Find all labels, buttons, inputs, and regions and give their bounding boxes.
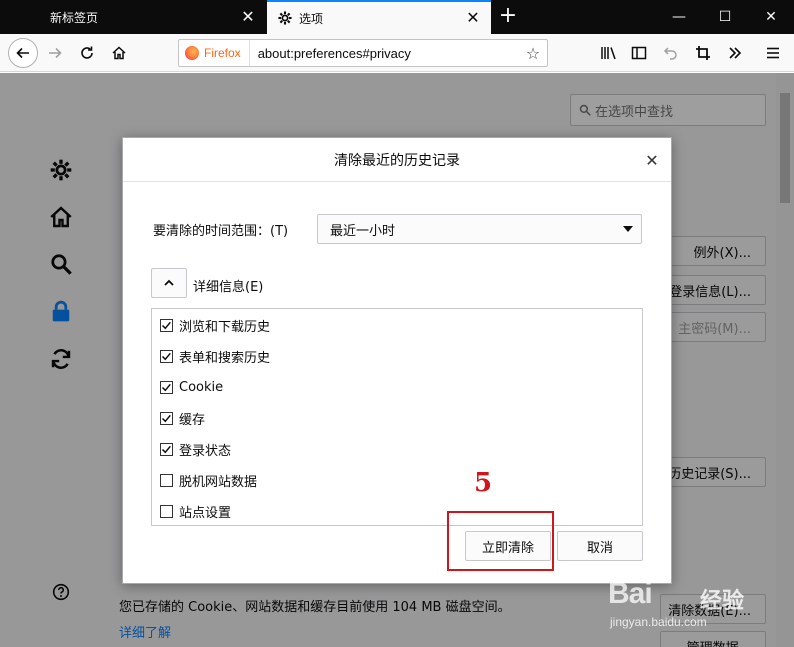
reload-button[interactable]	[74, 40, 100, 66]
tab-title: 新标签页	[50, 10, 99, 25]
checkbox-checked[interactable]	[160, 380, 173, 394]
url-bar[interactable]: Firefox about:preferences#privacy ☆	[178, 39, 548, 67]
tab-title: 选项	[299, 11, 324, 26]
checkbox-unchecked[interactable]	[160, 473, 173, 487]
annotation-step-number: 5	[474, 468, 493, 498]
item-label: 登录状态	[179, 443, 232, 459]
arrow-left-icon	[16, 47, 29, 59]
watermark-cn: 经验	[700, 589, 745, 614]
item-label: 浏览和下载历史	[179, 319, 271, 335]
list-item[interactable]: 站点设置	[160, 501, 231, 521]
hamburger-icon	[767, 47, 779, 59]
chevrons-right-icon	[729, 47, 742, 59]
library-icon	[601, 47, 616, 60]
firefox-logo-icon	[185, 46, 199, 60]
item-label: 表单和搜索历史	[179, 350, 271, 366]
back-button[interactable]	[8, 38, 38, 68]
sidebar-button[interactable]	[626, 40, 652, 66]
annotation-highlight-box	[447, 511, 554, 571]
identity-label: Firefox	[204, 46, 241, 60]
dialog-close-icon[interactable]: ✕	[641, 149, 663, 171]
list-item[interactable]: Cookie	[160, 377, 223, 397]
list-item[interactable]: 脱机网站数据	[160, 470, 257, 490]
tab-close-icon[interactable]: ✕	[461, 10, 485, 26]
sidebar-icon	[631, 46, 647, 60]
watermark-url: jingyan.baidu.com	[610, 615, 707, 629]
maximize-button[interactable]: ☐	[702, 0, 748, 34]
time-range-select[interactable]: 最近一小时	[317, 214, 642, 244]
menu-button[interactable]	[760, 40, 786, 66]
overflow-button[interactable]	[722, 40, 748, 66]
item-label: 缓存	[179, 412, 206, 428]
new-tab-button[interactable]: +	[494, 4, 522, 30]
list-item[interactable]: 浏览和下载历史	[160, 315, 270, 335]
watermark-logo: Bai	[608, 577, 653, 610]
list-item[interactable]: 表单和搜索历史	[160, 346, 270, 366]
library-button[interactable]	[596, 40, 622, 66]
minimize-button[interactable]: —	[656, 0, 702, 34]
list-item[interactable]: 缓存	[160, 408, 205, 428]
baidu-watermark: Bai 经验 jingyan.baidu.com	[608, 575, 794, 647]
item-label: 脱机网站数据	[179, 474, 258, 490]
details-toggle-button[interactable]	[151, 268, 187, 298]
home-button[interactable]	[106, 40, 132, 66]
tab-options[interactable]: 选项 ✕	[267, 0, 491, 34]
time-range-value: 最近一小时	[330, 223, 396, 239]
checkbox-checked[interactable]	[160, 411, 173, 425]
details-label: 详细信息(E)	[193, 280, 264, 295]
undo-icon	[663, 47, 677, 60]
checkbox-checked[interactable]	[160, 349, 173, 363]
cancel-button[interactable]: 取消	[557, 531, 643, 561]
dialog-title: 清除最近的历史记录	[123, 138, 671, 182]
tab-new-tab[interactable]: 新标签页 ✕	[40, 0, 266, 34]
forward-button[interactable]	[42, 40, 68, 66]
checkbox-checked[interactable]	[160, 318, 173, 332]
item-label: Cookie	[179, 379, 224, 395]
crop-icon	[696, 46, 710, 60]
home-icon	[112, 46, 126, 60]
bookmark-star-icon[interactable]: ☆	[519, 44, 547, 63]
identity-box[interactable]: Firefox	[179, 40, 250, 66]
window-close-button[interactable]: ✕	[748, 0, 794, 34]
nav-bar: Firefox about:preferences#privacy ☆	[0, 34, 794, 72]
url-text[interactable]: about:preferences#privacy	[250, 46, 519, 61]
clear-history-dialog: 清除最近的历史记录 ✕ 要清除的时间范围：(T) 最近一小时 详细信息(E) 浏…	[122, 137, 672, 584]
item-label: 站点设置	[179, 505, 232, 521]
screenshot-button[interactable]	[690, 40, 716, 66]
list-item[interactable]: 登录状态	[160, 439, 231, 459]
tab-bar: 新标签页 ✕ 选项 ✕ + — ☐ ✕	[0, 0, 794, 34]
tab-close-icon[interactable]: ✕	[236, 9, 260, 25]
undo-button[interactable]	[658, 40, 684, 66]
time-range-label: 要清除的时间范围：(T)	[153, 224, 289, 239]
chevron-down-icon	[623, 226, 633, 232]
gear-icon	[277, 10, 293, 26]
arrow-right-icon	[49, 47, 62, 59]
clear-items-list: 浏览和下载历史 表单和搜索历史 Cookie 缓存 登录状态 脱机网站数据 站点…	[151, 308, 643, 526]
reload-icon	[81, 46, 93, 59]
checkbox-checked[interactable]	[160, 442, 173, 456]
chevron-up-icon	[164, 279, 174, 286]
checkbox-unchecked[interactable]	[160, 504, 173, 518]
